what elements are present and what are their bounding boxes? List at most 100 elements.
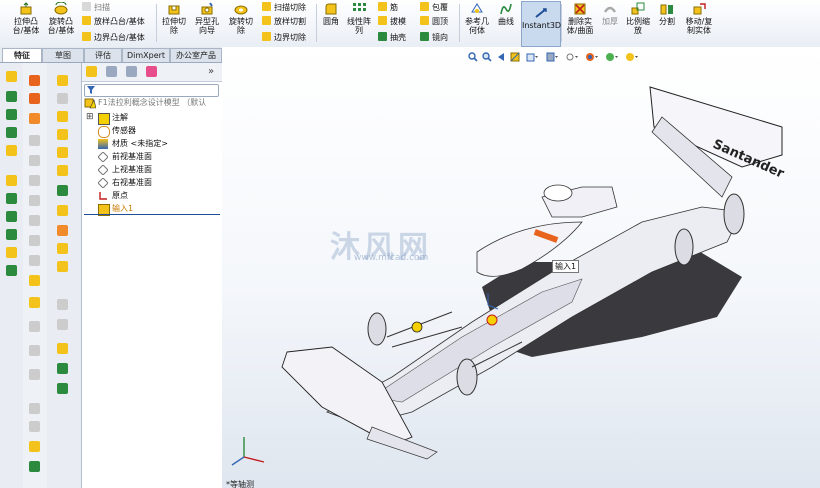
mirror-tool-icon[interactable]: [29, 215, 40, 226]
revolve-icon[interactable]: [29, 93, 40, 104]
dimxpert-manager-tab-icon[interactable]: [146, 66, 157, 77]
loft-button[interactable]: 放样凸台/基体: [82, 16, 145, 27]
linear-pattern-button[interactable]: 线性阵 列: [344, 2, 374, 35]
tree-root-label[interactable]: F1法拉利概念设计模型 （默认: [98, 97, 222, 108]
knit-surface-icon[interactable]: [57, 243, 68, 254]
trim-icon[interactable]: [6, 247, 17, 258]
wrap-button[interactable]: 包覆: [420, 2, 448, 13]
thicken-button[interactable]: 加厚: [598, 2, 622, 26]
lofted-cut-button[interactable]: 放样切割: [262, 16, 306, 27]
tree-item-right-plane[interactable]: 右视基准面: [112, 177, 152, 188]
surface-revolve-icon[interactable]: [57, 93, 68, 104]
revolve-boss-button[interactable]: 旋转凸 台/基体: [45, 2, 77, 35]
pattern-icon[interactable]: [29, 195, 40, 206]
tree-item-top-plane[interactable]: 上视基准面: [112, 164, 152, 175]
mirror-button[interactable]: 镜向: [420, 32, 448, 43]
loft-tool-icon[interactable]: [29, 135, 40, 146]
plane-icon[interactable]: [6, 175, 17, 186]
reference-geometry-label: 参考几 何体: [465, 17, 489, 35]
curves-button[interactable]: 曲线: [493, 2, 519, 26]
thicken-surface-icon[interactable]: [57, 343, 68, 354]
fill-surface-icon[interactable]: [57, 225, 68, 236]
property-manager-tab-icon[interactable]: [106, 66, 117, 77]
offset-icon[interactable]: [6, 265, 17, 276]
scale-button[interactable]: 比例缩 放: [622, 2, 654, 35]
boundary-cut-button[interactable]: 边界切除: [262, 32, 306, 43]
curve-tool-icon[interactable]: [57, 363, 68, 374]
planar-surface-icon[interactable]: [57, 165, 68, 176]
smart-dimension-icon[interactable]: [6, 145, 17, 156]
delete-body-button[interactable]: 删除实 体/曲面: [563, 2, 597, 35]
hole-icon[interactable]: [29, 155, 40, 166]
tree-item-material[interactable]: 材质 <未指定>: [112, 138, 168, 149]
tree-item-origin[interactable]: 原点: [112, 190, 128, 201]
fillet-button[interactable]: 圆角: [318, 2, 344, 26]
wrap-tool-icon[interactable]: [29, 297, 40, 308]
sweep-tool-icon[interactable]: [29, 113, 40, 124]
dome-button[interactable]: 圆顶: [420, 16, 448, 27]
move-face-icon[interactable]: [29, 441, 40, 452]
rectangle-icon[interactable]: [6, 109, 17, 120]
flex-icon[interactable]: [29, 345, 40, 356]
extruded-cut-button[interactable]: 拉伸切 除: [158, 2, 190, 35]
sweep-button[interactable]: 扫描: [82, 2, 110, 13]
move-copy-body-button[interactable]: 移动/复 制实体: [681, 2, 717, 35]
configuration-manager-tab-icon[interactable]: [126, 66, 137, 77]
shell-tool-icon[interactable]: [29, 275, 40, 286]
instant3d-button[interactable]: Instant3D: [521, 1, 561, 47]
untrim-surface-icon[interactable]: [57, 319, 68, 330]
tree-item-annotations[interactable]: 注解: [112, 112, 128, 123]
extrude-icon[interactable]: [29, 75, 40, 86]
helix-icon[interactable]: [57, 383, 68, 394]
import-callout[interactable]: 输入1: [552, 260, 580, 273]
boundary-boss-button[interactable]: 边界凸台/基体: [82, 32, 145, 43]
tab-features[interactable]: 特征: [2, 48, 42, 62]
offset-surface-icon[interactable]: [57, 185, 68, 196]
line-icon[interactable]: [6, 91, 17, 102]
tab-office-products[interactable]: 办公室产品: [170, 48, 222, 62]
spline-icon[interactable]: [6, 211, 17, 222]
hole-wizard-button[interactable]: 异型孔 向导: [191, 2, 223, 35]
surface-sweep-icon[interactable]: [57, 111, 68, 122]
combine-icon[interactable]: [29, 421, 40, 432]
dome-tool-icon[interactable]: [29, 321, 40, 332]
swept-cut-button[interactable]: 扫描切除: [262, 2, 306, 13]
scale-icon: [631, 2, 645, 15]
indent-icon[interactable]: [29, 403, 40, 414]
graphics-area[interactable]: Santander 输入1 沐风网 www.mfcad.com *等轴测: [222, 47, 820, 488]
tab-dimxpert[interactable]: DimXpert: [122, 48, 170, 62]
surface-loft-icon[interactable]: [57, 129, 68, 140]
expand-annotations-icon[interactable]: ⊞: [86, 112, 94, 122]
circle-icon[interactable]: [6, 127, 17, 138]
chamfer-icon[interactable]: [29, 175, 40, 186]
convert-entities-icon[interactable]: [6, 229, 17, 240]
trim-surface-icon[interactable]: [57, 299, 68, 310]
arc-icon[interactable]: [6, 193, 17, 204]
ruled-surface-icon[interactable]: [57, 205, 68, 216]
equation-icon[interactable]: [29, 461, 40, 472]
expand-arrows-icon[interactable]: »: [208, 66, 214, 77]
shell-button[interactable]: 抽壳: [378, 32, 406, 43]
sketch-icon[interactable]: [6, 71, 17, 82]
tab-evaluate[interactable]: 评估: [84, 48, 122, 62]
reference-geometry-button[interactable]: 参考几 何体: [461, 2, 493, 35]
split-button[interactable]: 分割: [655, 2, 679, 26]
rollback-bar[interactable]: [84, 214, 220, 215]
feature-manager-tab-icon[interactable]: [86, 66, 97, 77]
tree-item-front-plane[interactable]: 前视基准面: [112, 151, 152, 162]
rib-tool-icon[interactable]: [29, 235, 40, 246]
tab-sketch[interactable]: 草图: [42, 48, 84, 62]
revolved-cut-button[interactable]: 旋转切 除: [225, 2, 257, 35]
extrude-boss-button[interactable]: 拉伸凸 台/基体: [6, 2, 46, 35]
f1-car-model[interactable]: Santander: [222, 47, 820, 488]
surface-extrude-icon[interactable]: [57, 75, 68, 86]
draft-button[interactable]: 拔模: [378, 16, 406, 27]
tree-item-sensors[interactable]: 传感器: [112, 125, 136, 136]
boundary-surface-icon[interactable]: [57, 147, 68, 158]
draft-tool-icon[interactable]: [29, 255, 40, 266]
extend-surface-icon[interactable]: [57, 261, 68, 272]
tree-item-import1[interactable]: 输入1: [112, 203, 133, 214]
deform-icon[interactable]: [29, 369, 40, 380]
rib-button[interactable]: 筋: [378, 2, 398, 13]
tree-filter[interactable]: [84, 84, 219, 97]
